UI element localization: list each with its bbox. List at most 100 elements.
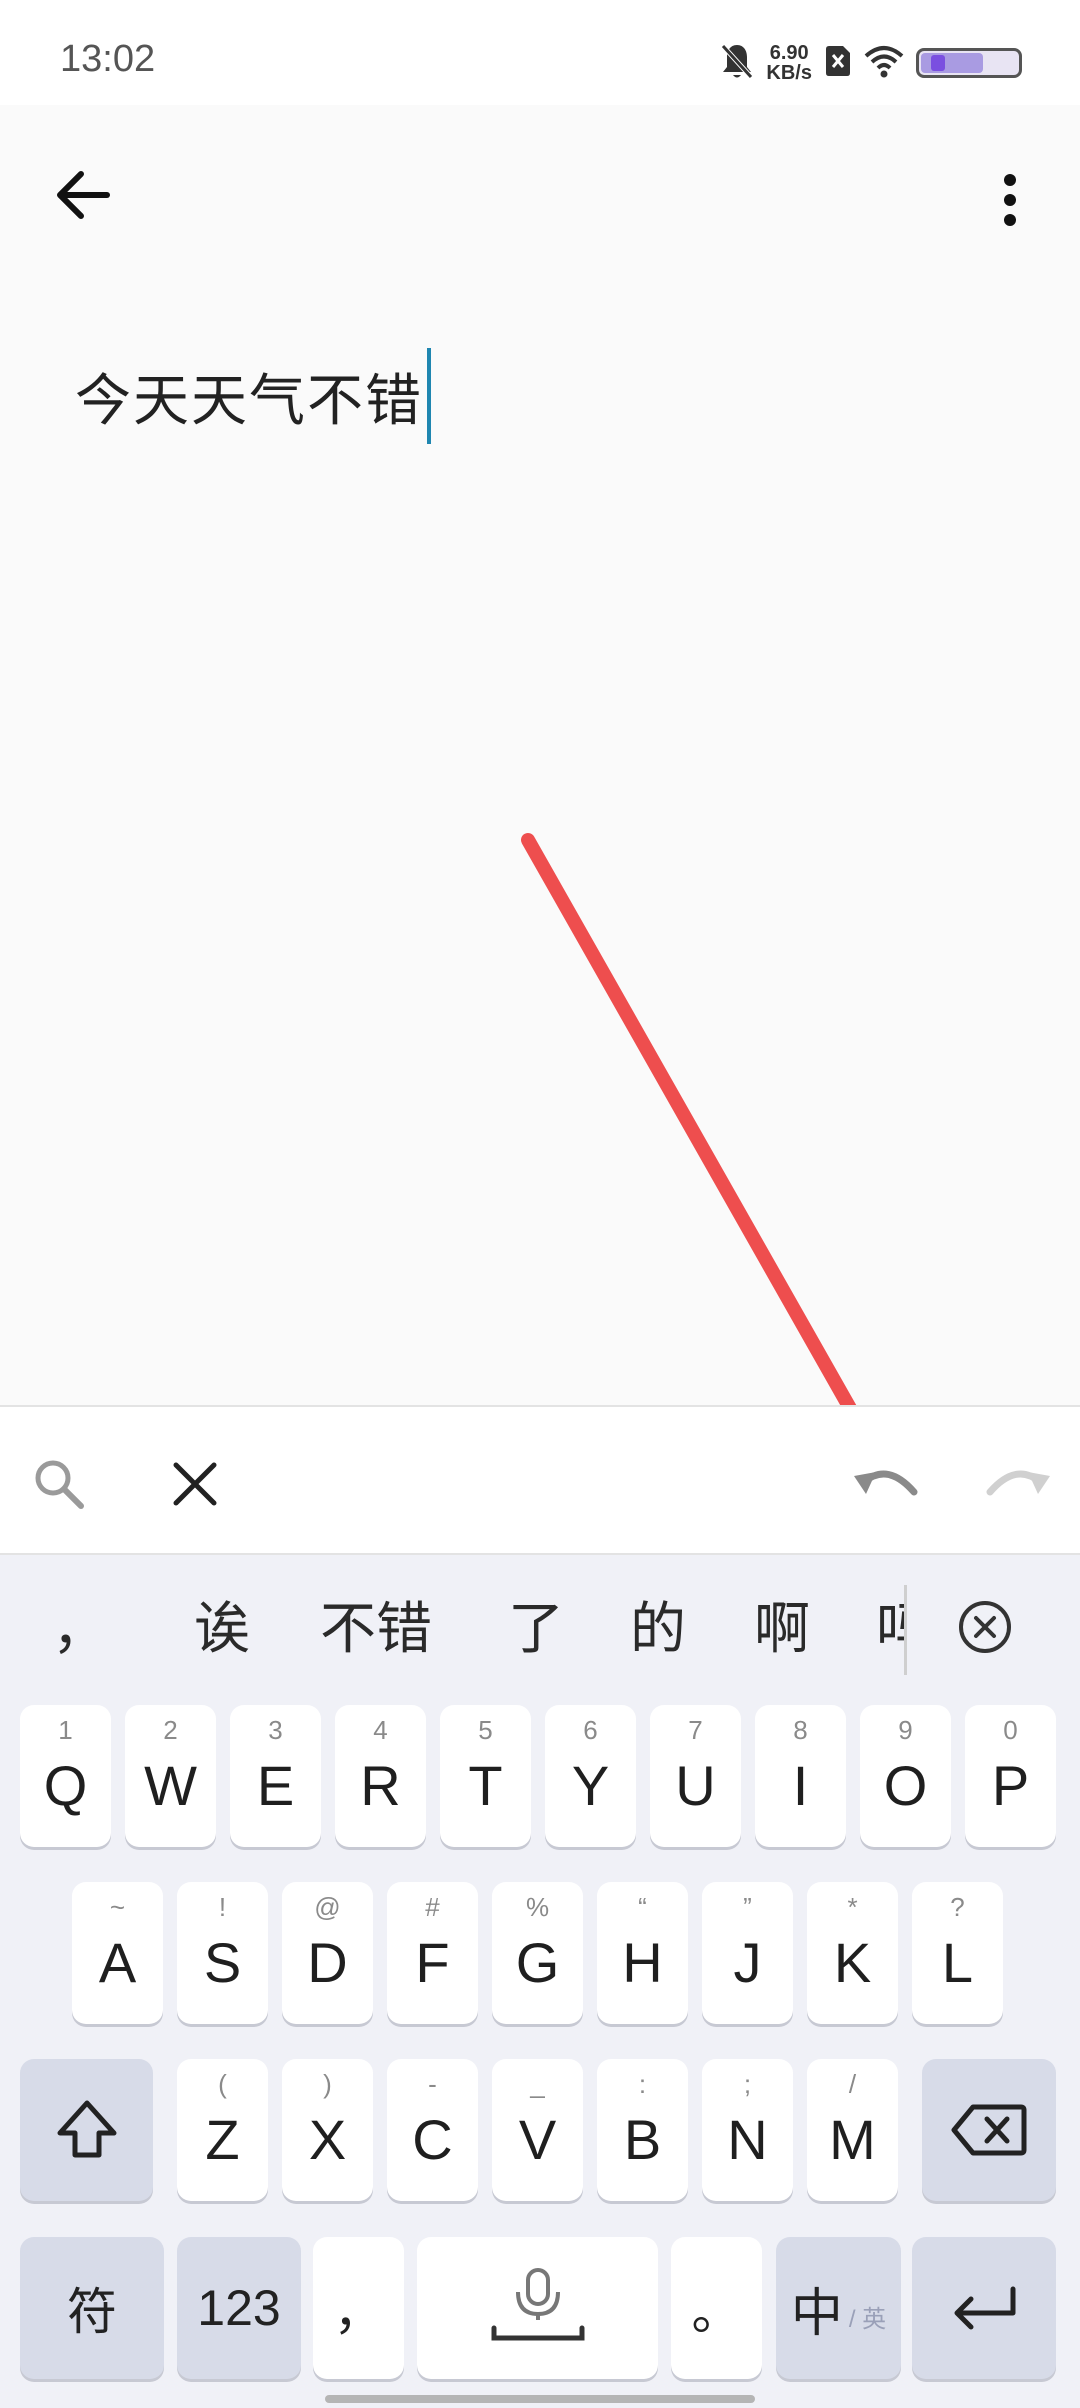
search-icon (35, 1460, 84, 1509)
key-sub-label: 4 (373, 1715, 388, 1745)
key-sub-label: % (525, 1892, 550, 1922)
key-s[interactable]: ! S (177, 1882, 268, 2024)
key-sub-label: ) (323, 2069, 332, 2099)
key-sub-label: _ (530, 2069, 545, 2099)
key-e[interactable]: 3E (230, 1705, 321, 1847)
text-cursor (427, 348, 431, 444)
key-l[interactable]: ? L (912, 1882, 1003, 2024)
home-indicator[interactable] (325, 2395, 755, 2403)
key-t[interactable]: 5T (440, 1705, 531, 1847)
key-p[interactable]: 0P (965, 1705, 1056, 1847)
shift-key[interactable] (20, 2059, 153, 2201)
clear-button[interactable] (156, 1445, 234, 1523)
key-sub-label: ” (743, 1892, 752, 1922)
key-sub-label: 9 (898, 1715, 913, 1745)
key-label: W (144, 1753, 197, 1817)
key-sub-label: @ (314, 1892, 341, 1922)
key-label: N (727, 2107, 768, 2171)
enter-key[interactable] (912, 2237, 1056, 2379)
candidate-item[interactable]: 诶 (194, 1585, 250, 1675)
more-options-button[interactable] (980, 160, 1040, 240)
period-key[interactable]: 。 (671, 2237, 762, 2379)
app-bar (0, 105, 1080, 275)
search-button[interactable] (20, 1445, 98, 1523)
key-b[interactable]: :B (597, 2059, 688, 2201)
key-z[interactable]: (Z (177, 2059, 268, 2201)
key-label: M (829, 2107, 876, 2171)
status-icons: 6.90 KB/s (720, 36, 1022, 90)
numbers-key[interactable]: 123 (177, 2237, 301, 2379)
lang-sub-label: / 英 (848, 2305, 887, 2333)
net-speed-unit: KB/s (766, 62, 812, 84)
key-q[interactable]: 1Q (20, 1705, 111, 1847)
key-sub-label: ! (218, 1892, 227, 1922)
battery-level (921, 53, 983, 73)
key-a[interactable]: ~ A (72, 1882, 163, 2024)
comma-key[interactable]: ， (313, 2237, 404, 2379)
key-k[interactable]: * K (807, 1882, 898, 2024)
wifi-icon (864, 44, 904, 82)
key-label: J (733, 1930, 762, 1994)
candidate-item[interactable]: 的 (630, 1585, 686, 1675)
ime-keyboard: ， 诶 不错 了 的 啊 吗 1Q 2W 3E 4R 5T 6Y 7U 8I 9… (0, 1555, 1080, 2408)
candidate-item[interactable]: 了 (508, 1585, 564, 1675)
key-label: D (307, 1930, 348, 1994)
key-h[interactable]: “H (597, 1882, 688, 2024)
key-label: P (991, 1753, 1030, 1817)
key-x[interactable]: ) X (282, 2059, 373, 2201)
key-f[interactable]: # F (387, 1882, 478, 2024)
note-text: 今天天气不错 (75, 368, 423, 434)
key-label: A (98, 1930, 137, 1994)
key-r[interactable]: 4R (335, 1705, 426, 1847)
key-label: L (941, 1930, 974, 1994)
net-speed: 6.90 KB/s (766, 43, 812, 83)
candidate-punct[interactable]: ， (52, 1585, 108, 1675)
key-sub-label: : (638, 2069, 647, 2099)
key-u[interactable]: 7U (650, 1705, 741, 1847)
language-switch-key[interactable]: 中 / 英 (776, 2237, 901, 2379)
key-c[interactable]: -C (387, 2059, 478, 2201)
symbols-key[interactable]: 符 (20, 2237, 164, 2379)
candidate-item[interactable]: 不错 (320, 1585, 432, 1675)
status-bar: 13:02 6.90 KB/s (0, 0, 1080, 105)
key-o[interactable]: 9O (860, 1705, 951, 1847)
lang-main-label: 中 (790, 2284, 843, 2343)
net-speed-value: 6.90 (769, 42, 809, 64)
key-label: H (622, 1930, 663, 1994)
key-label: O (883, 1753, 928, 1817)
key-d[interactable]: @ D (282, 1882, 373, 2024)
key-label: V (518, 2107, 557, 2171)
arrow-left-icon (57, 171, 110, 219)
key-m[interactable]: / M (807, 2059, 898, 2201)
undo-button[interactable] (846, 1445, 924, 1523)
status-time: 13:02 (60, 38, 156, 80)
candidate-partial[interactable]: 吗 (876, 1585, 907, 1675)
key-i[interactable]: 8I (755, 1705, 846, 1847)
key-y[interactable]: 6Y (545, 1705, 636, 1847)
key-label: S (203, 1930, 242, 1994)
key-sub-label: 7 (688, 1715, 703, 1745)
key-label: C (412, 2107, 453, 2171)
key-sub-label: * (847, 1892, 858, 1922)
backspace-key[interactable] (922, 2059, 1056, 2201)
key-sub-label: ; (743, 2069, 752, 2099)
redo-button[interactable] (980, 1445, 1058, 1523)
candidate-close-button[interactable] (956, 1598, 1014, 1656)
key-n[interactable]: ; N (702, 2059, 793, 2201)
key-g[interactable]: % G (492, 1882, 583, 2024)
key-sub-label: - (428, 2069, 437, 2099)
key-sub-label: 8 (793, 1715, 808, 1745)
key-v[interactable]: _ V (492, 2059, 583, 2201)
key-j[interactable]: ” J (702, 1882, 793, 2024)
close-icon (173, 1462, 217, 1506)
backspace-icon (951, 2104, 1027, 2156)
candidate-item[interactable]: 啊 (754, 1585, 810, 1675)
key-w[interactable]: 2W (125, 1705, 216, 1847)
key-sub-label: “ (638, 1892, 647, 1922)
key-sub-label: / (848, 2069, 857, 2099)
space-key[interactable] (417, 2237, 658, 2379)
note-editor[interactable]: 今天天气不错 (75, 348, 431, 444)
back-button[interactable] (48, 160, 118, 230)
undo-icon (854, 1470, 918, 1496)
key-sub-label: ~ (109, 1892, 126, 1922)
